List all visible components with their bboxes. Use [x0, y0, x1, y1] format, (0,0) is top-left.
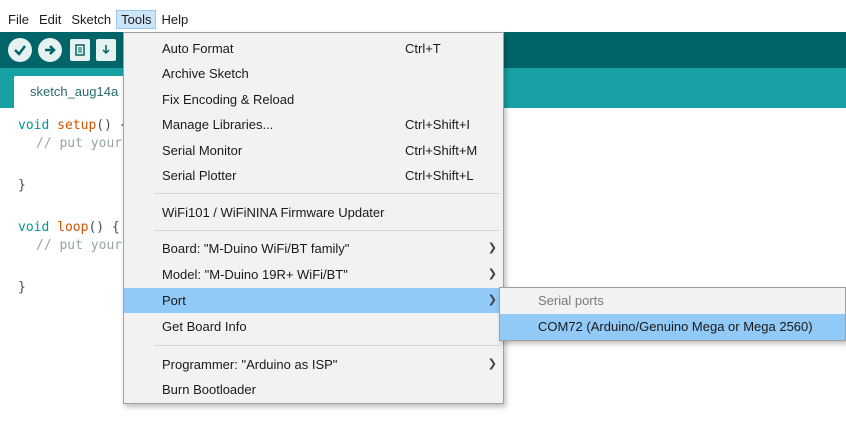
menu-item-serial-plotter[interactable]: Serial Plotter Ctrl+Shift+L [124, 163, 503, 188]
menu-item-get-board-info[interactable]: Get Board Info [124, 314, 503, 339]
menu-tools[interactable]: Tools [116, 9, 157, 29]
open-sketch-button[interactable] [96, 39, 116, 61]
menu-item-label: Burn Bootloader [162, 382, 256, 397]
menu-item-label: Serial Monitor [162, 143, 243, 158]
menu-help[interactable]: Help [156, 10, 193, 29]
code-paren: () { [88, 220, 120, 235]
code-line-setup: void setup() { [18, 118, 128, 133]
menu-item-auto-format[interactable]: Auto Format Ctrl+T [124, 36, 503, 61]
menu-item-programmer[interactable]: Programmer: "Arduino as ISP" ❯ [124, 352, 503, 377]
menu-item-manage-libraries[interactable]: Manage Libraries... Ctrl+Shift+I [124, 112, 503, 137]
menu-separator [154, 345, 500, 346]
menu-sketch[interactable]: Sketch [66, 10, 116, 29]
submenu-arrow-icon: ❯ [487, 268, 497, 280]
function-setup: setup [57, 118, 97, 133]
menu-item-label: Serial Plotter [162, 168, 237, 183]
arrow-right-icon [45, 45, 56, 55]
menu-item-label: Board: "M-Duino WiFi/BT family" [162, 241, 350, 256]
checkmark-icon [14, 45, 26, 56]
menu-item-label: Get Board Info [162, 319, 247, 334]
menu-item-fix-encoding[interactable]: Fix Encoding & Reload [124, 87, 503, 112]
code-line-loop: void loop() { [18, 220, 120, 235]
port-submenu: Serial ports COM72 (Arduino/Genuino Mega… [499, 287, 846, 341]
menu-item-board[interactable]: Board: "M-Duino WiFi/BT family" ❯ [124, 236, 503, 261]
menu-item-label: Port [162, 293, 186, 308]
submenu-arrow-icon: ❯ [487, 294, 497, 306]
shortcut-label: Ctrl+Shift+I [405, 117, 471, 132]
menu-item-firmware-updater[interactable]: WiFi101 / WiFiNINA Firmware Updater [124, 200, 503, 225]
document-icon [75, 44, 85, 56]
menu-item-label: Manage Libraries... [162, 117, 274, 132]
tools-menu: Auto Format Ctrl+T Archive Sketch Fix En… [123, 32, 504, 404]
keyword-void: void [18, 118, 50, 133]
verify-button[interactable] [8, 38, 32, 62]
menu-bar: File Edit Sketch Tools Help [0, 8, 846, 30]
menu-file[interactable]: File [0, 10, 34, 29]
shortcut-label: Ctrl+Shift+L [405, 168, 474, 183]
menu-item-archive-sketch[interactable]: Archive Sketch [124, 61, 503, 86]
keyword-void: void [18, 220, 50, 235]
submenu-arrow-icon: ❯ [487, 242, 497, 254]
new-sketch-button[interactable] [70, 39, 90, 61]
menu-item-label: Fix Encoding & Reload [162, 92, 295, 107]
tab-sketch[interactable]: sketch_aug14a [14, 76, 134, 108]
submenu-arrow-icon: ❯ [487, 358, 497, 370]
shortcut-label: Ctrl+T [405, 41, 441, 56]
menu-item-burn-bootloader[interactable]: Burn Bootloader [124, 377, 503, 402]
menu-separator [154, 230, 500, 231]
menu-separator [154, 193, 500, 194]
port-option-com72[interactable]: COM72 (Arduino/Genuino Mega or Mega 2560… [500, 314, 845, 340]
shortcut-label: Ctrl+Shift+M [405, 143, 478, 158]
menu-item-port[interactable]: Port ❯ [124, 288, 503, 313]
open-icon [102, 45, 110, 55]
code-close-brace: } [18, 178, 26, 193]
function-loop: loop [57, 220, 89, 235]
submenu-header: Serial ports [538, 293, 604, 308]
upload-button[interactable] [38, 38, 62, 62]
code-close-brace: } [18, 280, 26, 295]
menu-item-serial-monitor[interactable]: Serial Monitor Ctrl+Shift+M [124, 138, 503, 163]
menu-item-label: WiFi101 / WiFiNINA Firmware Updater [162, 205, 385, 220]
menu-item-label: Auto Format [162, 41, 234, 56]
menu-edit[interactable]: Edit [34, 10, 66, 29]
menu-item-label: Archive Sketch [162, 66, 249, 81]
menu-item-label: Programmer: "Arduino as ISP" [162, 357, 338, 372]
menu-item-model[interactable]: Model: "M-Duino 19R+ WiFi/BT" ❯ [124, 262, 503, 287]
menu-item-label: Model: "M-Duino 19R+ WiFi/BT" [162, 267, 348, 282]
